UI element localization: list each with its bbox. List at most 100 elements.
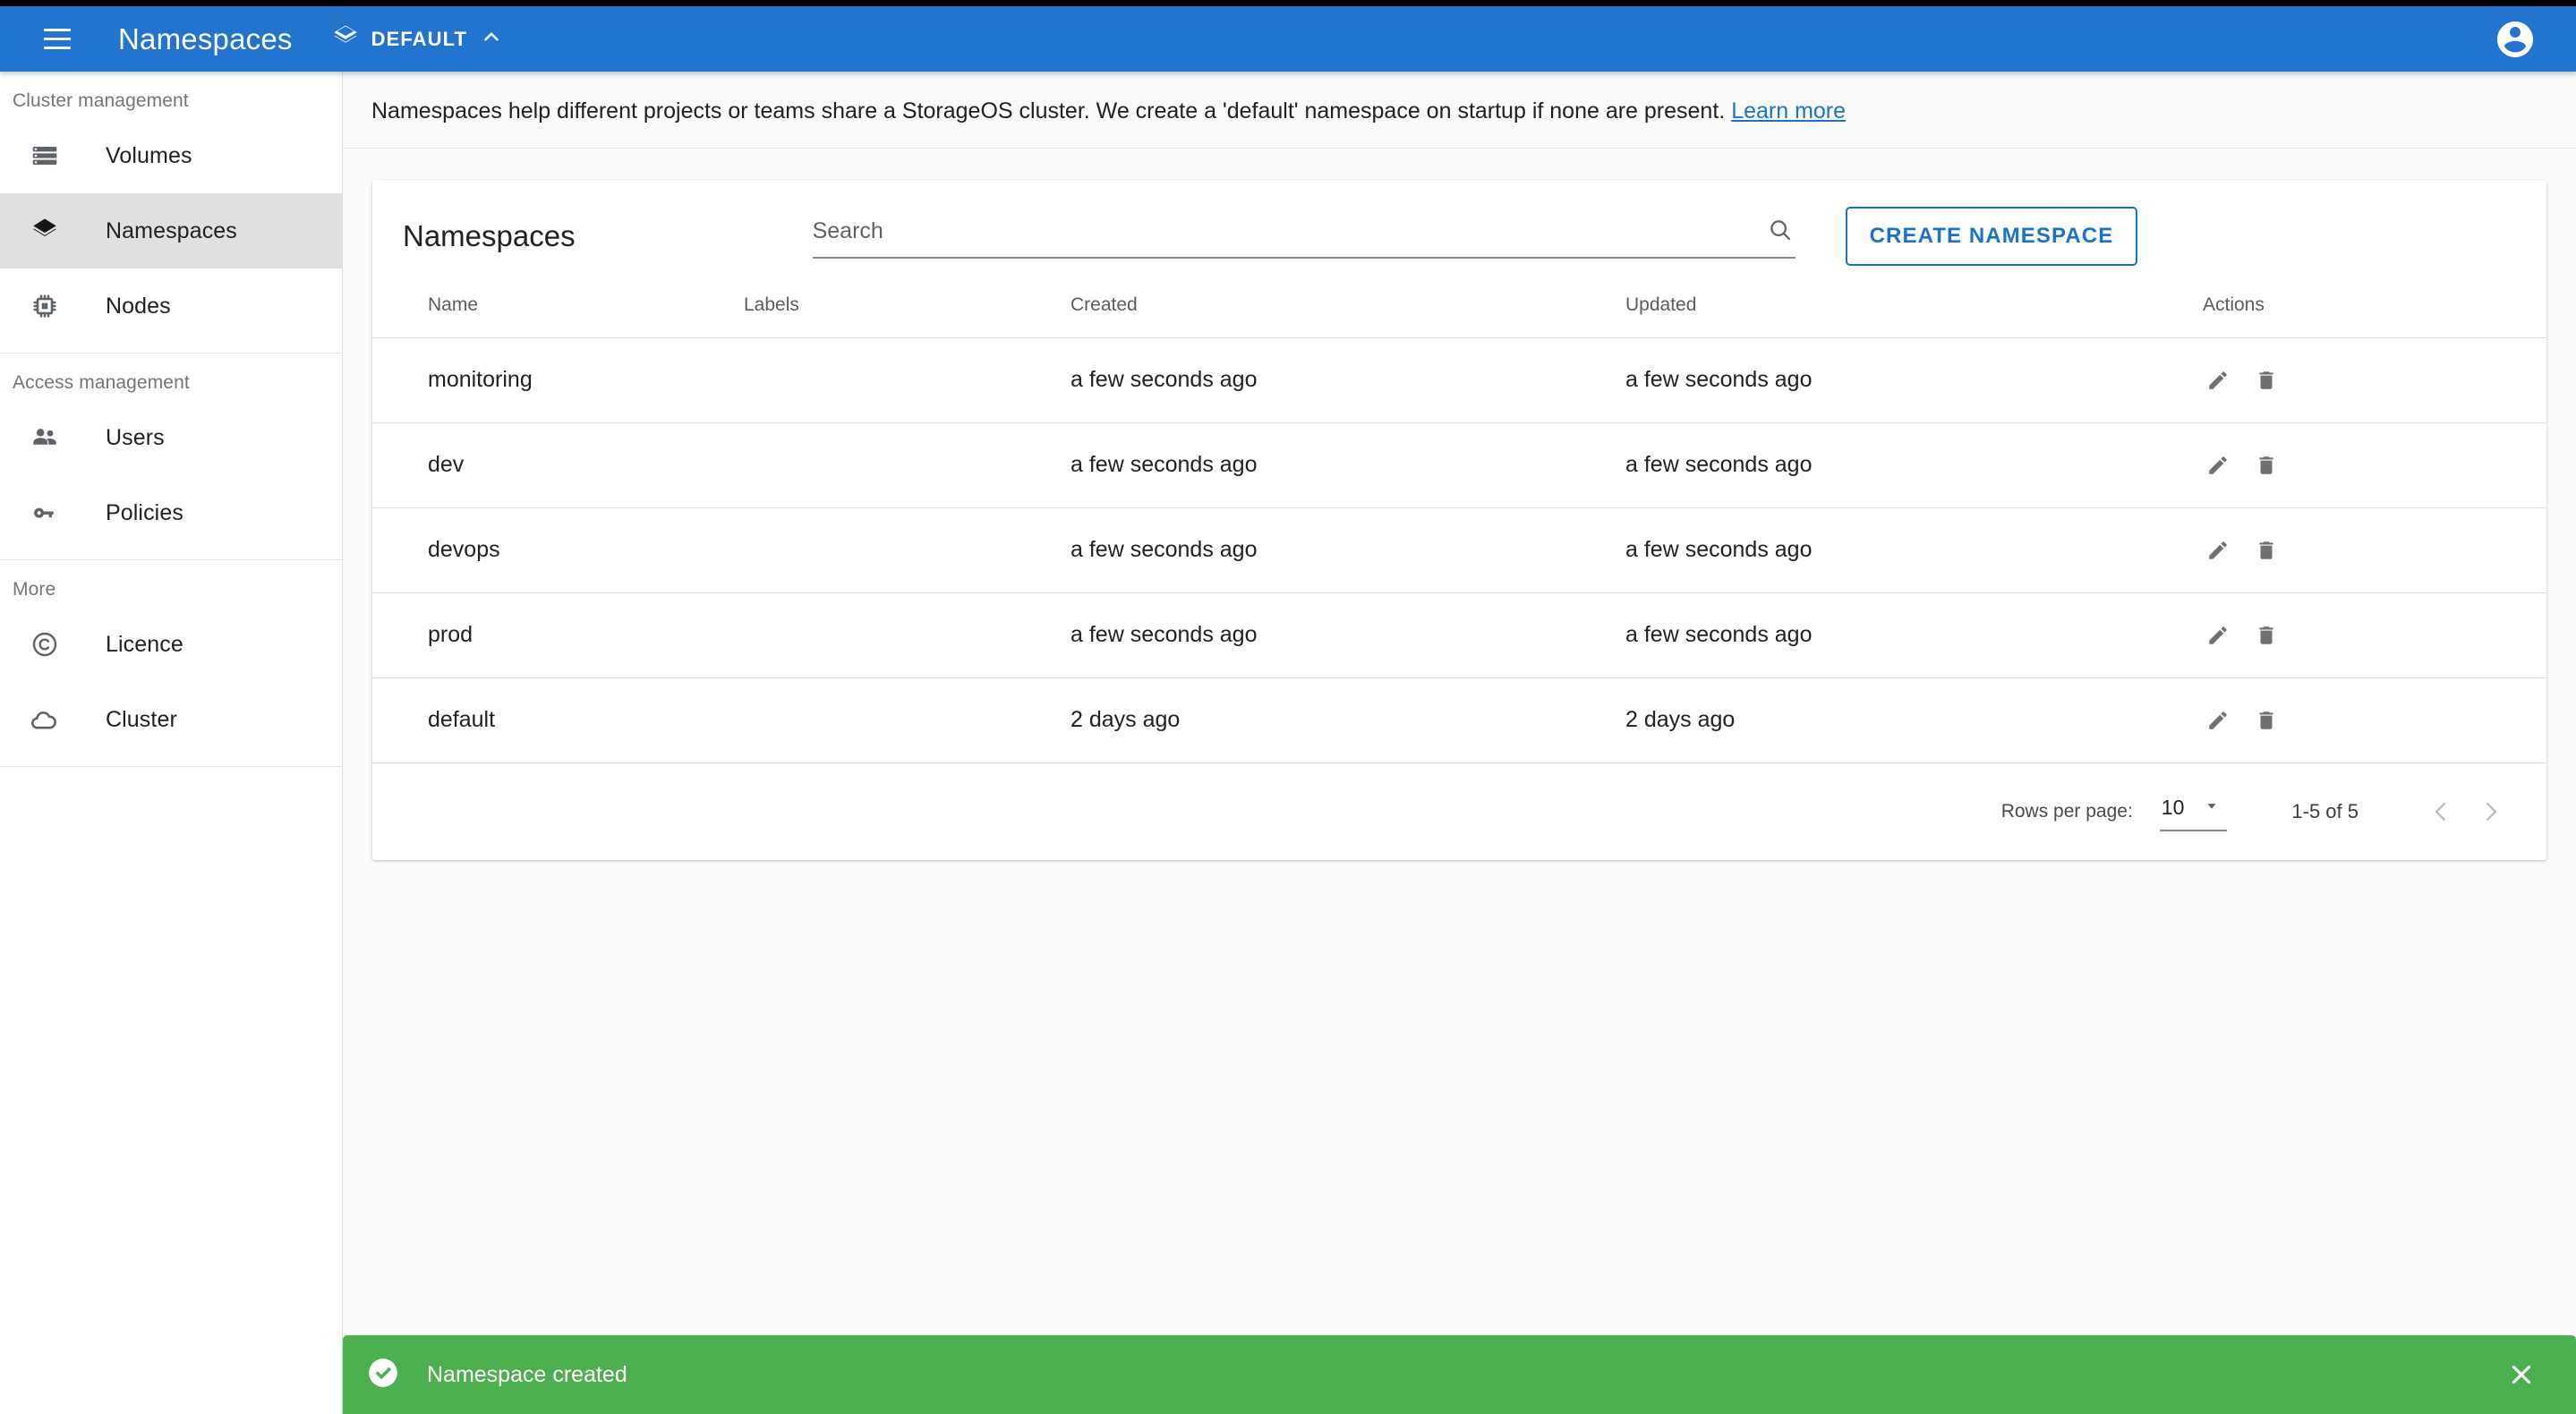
sidebar-item-label: Volumes (106, 142, 192, 168)
account-circle-icon[interactable] (2490, 14, 2540, 64)
main-content: Namespaces help different projects or te… (343, 72, 2576, 1414)
cell-actions (2203, 507, 2546, 593)
chevron-right-icon[interactable] (2466, 787, 2516, 837)
app-bar: Namespaces DEFAULT (0, 6, 2576, 72)
pencil-edit-icon[interactable] (2203, 535, 2233, 566)
chevron-left-icon[interactable] (2416, 787, 2466, 837)
column-header-actions: Actions (2203, 281, 2546, 338)
sidebar-item-policies[interactable]: Policies (0, 475, 342, 550)
cell-created: 2 days ago (1070, 677, 1625, 763)
trash-delete-icon[interactable] (2251, 450, 2282, 481)
cpu-chip-icon (20, 292, 70, 320)
trash-delete-icon[interactable] (2251, 535, 2282, 566)
body-wrapper: Cluster management Volumes Namespaces No… (0, 72, 2576, 1414)
copyright-icon (20, 630, 70, 659)
sidebar-item-label: Namespaces (106, 217, 237, 243)
cell-actions (2203, 422, 2546, 508)
sidebar-item-users[interactable]: Users (0, 400, 342, 475)
cell-created: a few seconds ago (1070, 507, 1625, 593)
info-banner-text: Namespaces help different projects or te… (371, 98, 1726, 124)
trash-delete-icon[interactable] (2251, 365, 2282, 396)
cell-name: dev (372, 422, 744, 508)
search-input[interactable] (812, 213, 1796, 259)
table-row[interactable]: devops a few seconds ago a few seconds ago (372, 507, 2546, 593)
cell-labels (744, 422, 1070, 508)
cell-labels (744, 337, 1070, 423)
namespace-selector-label: DEFAULT (371, 27, 468, 50)
row-actions (2203, 535, 2546, 566)
learn-more-link[interactable]: Learn more (1731, 98, 1846, 124)
sidebar-item-label: Licence (106, 631, 183, 657)
sidebar-divider (0, 766, 342, 767)
trash-delete-icon[interactable] (2251, 620, 2282, 651)
sidebar-item-volumes[interactable]: Volumes (0, 118, 342, 193)
table-row[interactable]: prod a few seconds ago a few seconds ago (372, 592, 2546, 678)
cell-updated: a few seconds ago (1625, 422, 2203, 508)
card-header: Namespaces CREATE NAMESPACE (372, 180, 2546, 282)
people-icon (20, 422, 70, 453)
rows-per-page-value: 10 (2161, 796, 2185, 819)
trash-delete-icon[interactable] (2251, 705, 2282, 736)
arrow-drop-down-icon (2202, 796, 2222, 821)
sidebar-item-namespaces[interactable]: Namespaces (0, 193, 342, 268)
sidebar-section-label-access: Access management (13, 372, 190, 393)
table-head: Name Labels Created Updated Actions (372, 281, 2546, 338)
cell-name: default (372, 677, 744, 763)
page-title: Namespaces (118, 21, 293, 55)
column-header-created: Created (1070, 281, 1625, 338)
cell-name: devops (372, 507, 744, 593)
cell-name: monitoring (372, 337, 744, 423)
cell-labels (744, 507, 1070, 593)
namespaces-table: Name Labels Created Updated Actions moni… (372, 281, 2546, 763)
cell-updated: a few seconds ago (1625, 592, 2203, 678)
cell-labels (744, 592, 1070, 678)
sidebar-item-label: Nodes (106, 293, 171, 319)
cell-actions (2203, 677, 2546, 763)
namespace-selector[interactable]: DEFAULT (332, 6, 504, 72)
card-title: Namespaces (403, 218, 576, 252)
column-header-name: Name (372, 281, 744, 338)
table-row[interactable]: dev a few seconds ago a few seconds ago (372, 422, 2546, 508)
paginator: Rows per page: 10 1-5 of 5 (372, 763, 2546, 860)
table-row[interactable]: monitoring a few seconds ago a few seconds… (372, 337, 2546, 423)
sidebar-item-nodes[interactable]: Nodes (0, 268, 342, 344)
row-actions (2203, 450, 2546, 481)
check-circle-icon (366, 1356, 400, 1394)
rows-per-page-select[interactable]: 10 (2159, 792, 2228, 831)
chevron-up-icon (480, 25, 503, 53)
row-actions (2203, 620, 2546, 651)
cell-labels (744, 677, 1070, 763)
cell-actions (2203, 337, 2546, 423)
create-namespace-button[interactable]: CREATE NAMESPACE (1845, 206, 2138, 266)
sidebar-item-label: Policies (106, 499, 183, 525)
storage-icon (20, 141, 70, 170)
pencil-edit-icon[interactable] (2203, 705, 2233, 736)
table-body: monitoring a few seconds ago a few seconds… (372, 337, 2546, 763)
sidebar: Cluster management Volumes Namespaces No… (0, 72, 343, 1414)
search-icon[interactable] (1767, 217, 1794, 248)
search-field (812, 213, 1796, 259)
cloud-icon (20, 704, 70, 735)
cell-actions (2203, 592, 2546, 678)
column-header-labels: Labels (744, 281, 1070, 338)
cell-updated: a few seconds ago (1625, 507, 2203, 593)
cell-updated: a few seconds ago (1625, 337, 2203, 423)
namespaces-card: Namespaces CREATE NAMESPACE Name (372, 179, 2546, 860)
table-row[interactable]: default 2 days ago 2 days ago (372, 677, 2546, 763)
page-range-label: 1-5 of 5 (2291, 799, 2358, 822)
snackbar-message: Namespace created (427, 1361, 627, 1387)
top-black-strip (0, 0, 2576, 6)
sidebar-item-cluster[interactable]: Cluster (0, 682, 342, 757)
sidebar-item-licence[interactable]: Licence (0, 607, 342, 682)
pencil-edit-icon[interactable] (2203, 620, 2233, 651)
pencil-edit-icon[interactable] (2203, 365, 2233, 396)
pencil-edit-icon[interactable] (2203, 450, 2233, 481)
sidebar-item-label: Users (106, 424, 165, 450)
cell-created: a few seconds ago (1070, 337, 1625, 423)
hamburger-menu-icon[interactable] (38, 20, 77, 59)
cell-name: prod (372, 592, 744, 678)
close-icon[interactable] (2499, 1352, 2544, 1397)
info-banner: Namespaces help different projects or te… (343, 72, 2576, 149)
row-actions (2203, 365, 2546, 396)
row-actions (2203, 705, 2546, 736)
